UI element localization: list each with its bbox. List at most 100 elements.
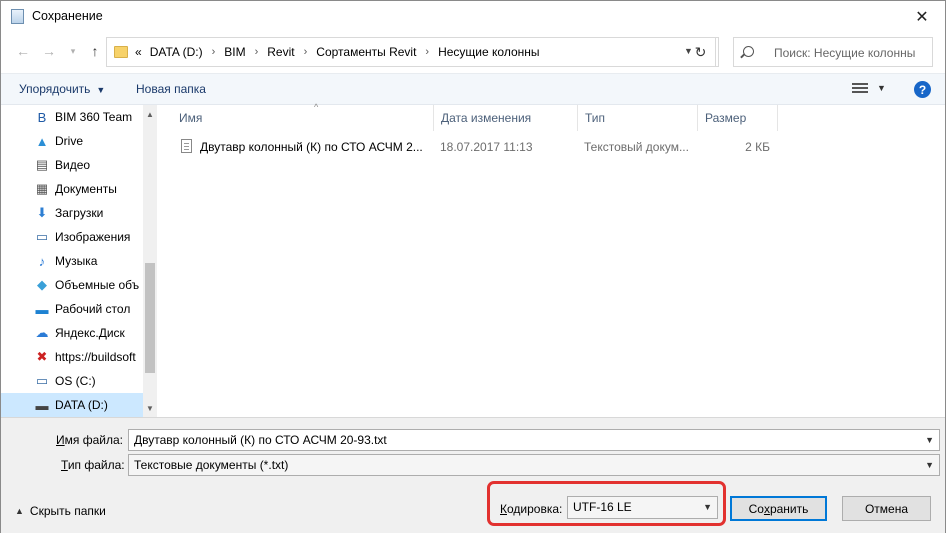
sidebar-item-label: Яндекс.Диск bbox=[55, 326, 125, 340]
file-list: Имя ^ Дата изменения Тип Размер Двутавр … bbox=[158, 102, 945, 417]
folder-icon bbox=[114, 46, 128, 58]
sidebar-item-label: https://buildsoft bbox=[55, 350, 136, 364]
command-bar: Упорядочить ▼ Новая папка ▼ ? bbox=[1, 73, 945, 105]
close-button[interactable]: ✕ bbox=[899, 1, 945, 32]
sidebar-item-label: Видео bbox=[55, 158, 91, 172]
chevron-down-icon[interactable]: ▼ bbox=[925, 460, 934, 470]
breadcrumb-item-sortamenty[interactable]: Сортаменты Revit bbox=[316, 45, 416, 59]
filetype-label: Тип файла: bbox=[61, 458, 125, 472]
chevron-down-icon[interactable]: ▼ bbox=[703, 502, 712, 512]
drive-d-icon: ▬ bbox=[35, 397, 49, 413]
breadcrumb-separator[interactable]: › bbox=[425, 46, 429, 58]
chevron-down-icon[interactable]: ▼ bbox=[925, 435, 934, 445]
breadcrumb-item-current[interactable]: Несущие колонны bbox=[438, 45, 539, 59]
cancel-button[interactable]: Отмена bbox=[842, 496, 931, 521]
organize-button[interactable]: Упорядочить ▼ bbox=[19, 82, 105, 96]
help-icon[interactable]: ? bbox=[914, 81, 931, 98]
sidebar-item-label: Объемные объ bbox=[55, 278, 140, 292]
recent-locations-chevron-icon[interactable]: ▾ bbox=[63, 41, 83, 61]
documents-icon: ▦ bbox=[35, 181, 49, 196]
drive-icon: ▲ bbox=[35, 133, 49, 149]
sidebar-item-label: Загрузки bbox=[55, 206, 104, 220]
scroll-down-arrow-icon[interactable]: ▼ bbox=[143, 401, 157, 415]
breadcrumb-item-data-d[interactable]: DATA (D:) bbox=[150, 45, 203, 59]
filetype-value: Текстовые документы (*.txt) bbox=[134, 458, 289, 472]
collapse-triangle-icon: ▲ bbox=[15, 506, 24, 516]
save-button[interactable]: Со х ранить bbox=[730, 496, 827, 521]
encoding-value: UTF-16 LE bbox=[573, 500, 632, 514]
organize-label: Упорядочить bbox=[19, 82, 91, 96]
sidebar-item[interactable]: ▲ Drive bbox=[1, 129, 143, 153]
chevron-down-icon: ▼ bbox=[96, 85, 106, 95]
file-name: Двутавр колонный (К) по СТО АСЧМ 2... bbox=[200, 140, 423, 154]
up-arrow-icon[interactable]: ↑ bbox=[85, 41, 105, 61]
view-options-icon[interactable] bbox=[852, 83, 868, 95]
navigation-pane: B BIM 360 Team ▲ Drive ▤ Видео ▦ Документы ⬇ Загр… bbox=[1, 105, 157, 417]
3d-objects-icon: ◆ bbox=[37, 277, 47, 292]
pictures-icon: ▭ bbox=[35, 229, 49, 244]
breadcrumb-item-bim[interactable]: BIM bbox=[224, 45, 245, 59]
hide-folders-label: Скрыть папки bbox=[29, 504, 106, 518]
filename-value[interactable]: Двутавр колонный (К) по СТО АСЧМ 20-93.t… bbox=[134, 433, 387, 447]
save-dialog: Сохранение ✕ ← → ▾ ↑ « DATA (D:) › BIM ›… bbox=[0, 0, 946, 533]
title-bar: Сохранение ✕ bbox=[1, 1, 945, 32]
sidebar-item[interactable]: ▬ DATA (D:) bbox=[1, 393, 143, 417]
view-dropdown-chevron-icon[interactable]: ▼ bbox=[877, 83, 886, 93]
breadcrumb-separator[interactable]: › bbox=[304, 46, 308, 58]
sidebar-item[interactable]: ◆ Объемные объ bbox=[1, 273, 143, 297]
new-folder-button[interactable]: Новая папка bbox=[136, 82, 206, 96]
sidebar-item-label: Drive bbox=[55, 134, 84, 148]
sidebar-item[interactable]: ▦ Документы bbox=[1, 177, 143, 201]
window-title: Сохранение bbox=[32, 9, 103, 23]
breadcrumb: « DATA (D:) › BIM › Revit › Сортаменты R… bbox=[135, 38, 540, 66]
sidebar-item[interactable]: ▭ OS (C:) bbox=[1, 369, 143, 393]
column-header-name-label: Имя bbox=[179, 111, 203, 125]
encoding-select[interactable]: UTF-16 LE ▼ bbox=[567, 496, 718, 519]
hide-folders-button[interactable]: ▲ Скрыть папки bbox=[15, 504, 106, 518]
sidebar-item[interactable]: ▭ Изображения bbox=[1, 225, 143, 249]
video-icon: ▤ bbox=[35, 157, 49, 172]
sidebar-item[interactable]: ▤ Видео bbox=[1, 153, 143, 177]
sidebar-item[interactable]: ☁ Яндекс.Диск bbox=[1, 321, 143, 345]
bim360-icon: B bbox=[37, 109, 47, 125]
search-input[interactable]: Поиск: Несущие колонны bbox=[774, 46, 915, 60]
sidebar-item[interactable]: ▬ Рабочий стол bbox=[1, 297, 143, 321]
breadcrumb-separator[interactable]: › bbox=[255, 46, 259, 58]
encoding-label: Кодировка: bbox=[500, 502, 563, 516]
file-date: 18.07.2017 11:13 bbox=[440, 140, 533, 154]
desktop-icon: ▬ bbox=[35, 301, 49, 317]
forward-arrow-icon[interactable]: → bbox=[39, 41, 59, 61]
navigation-pane-scrollbar[interactable]: ▲ ▼ bbox=[143, 105, 157, 417]
yandex-disk-icon: ☁ bbox=[35, 325, 49, 340]
sidebar-item[interactable]: ✖ https://buildsoft bbox=[1, 345, 143, 369]
sidebar-item-label: BIM 360 Team bbox=[55, 110, 133, 124]
save-form: Имя файла: Двутавр колонный (К) по СТО А… bbox=[1, 417, 945, 533]
filetype-select[interactable]: Текстовые документы (*.txt) ▼ bbox=[128, 454, 940, 476]
file-type: Текстовый докум... bbox=[584, 140, 689, 154]
sidebar-item[interactable]: ♪ Музыка bbox=[1, 249, 143, 273]
column-header-date[interactable]: Дата изменения bbox=[434, 105, 578, 131]
column-header-size[interactable]: Размер bbox=[698, 105, 778, 131]
sidebar-item[interactable]: B BIM 360 Team bbox=[1, 105, 143, 129]
search-box[interactable]: Поиск: Несущие колонны bbox=[733, 37, 933, 67]
sidebar-item-label: DATA (D:) bbox=[55, 398, 108, 412]
column-header-type[interactable]: Тип bbox=[578, 105, 698, 131]
text-file-icon bbox=[181, 139, 192, 153]
navigation-bar: ← → ▾ ↑ « DATA (D:) › BIM › Revit › Сорт… bbox=[1, 35, 945, 69]
sidebar-item-label: Документы bbox=[55, 182, 117, 196]
breadcrumb-item-revit[interactable]: Revit bbox=[267, 45, 294, 59]
scroll-thumb[interactable] bbox=[145, 263, 155, 373]
scroll-up-arrow-icon[interactable]: ▲ bbox=[143, 107, 157, 121]
back-arrow-icon[interactable]: ← bbox=[13, 41, 33, 61]
sidebar-item[interactable]: ⬇ Загрузки bbox=[1, 201, 143, 225]
breadcrumb-overflow[interactable]: « bbox=[135, 45, 142, 59]
file-size: 2 КБ bbox=[745, 140, 770, 154]
refresh-icon[interactable]: ↻ bbox=[683, 37, 719, 67]
downloads-icon: ⬇ bbox=[36, 205, 48, 220]
breadcrumb-separator[interactable]: › bbox=[212, 46, 216, 58]
filename-field[interactable]: Двутавр колонный (К) по СТО АСЧМ 20-93.t… bbox=[128, 429, 940, 451]
column-header-name[interactable]: Имя ^ bbox=[172, 102, 434, 131]
notepad-icon bbox=[11, 9, 24, 24]
file-row[interactable]: Двутавр колонный (К) по СТО АСЧМ 2... 18… bbox=[172, 135, 782, 159]
address-bar[interactable]: « DATA (D:) › BIM › Revit › Сортаменты R… bbox=[106, 37, 716, 67]
